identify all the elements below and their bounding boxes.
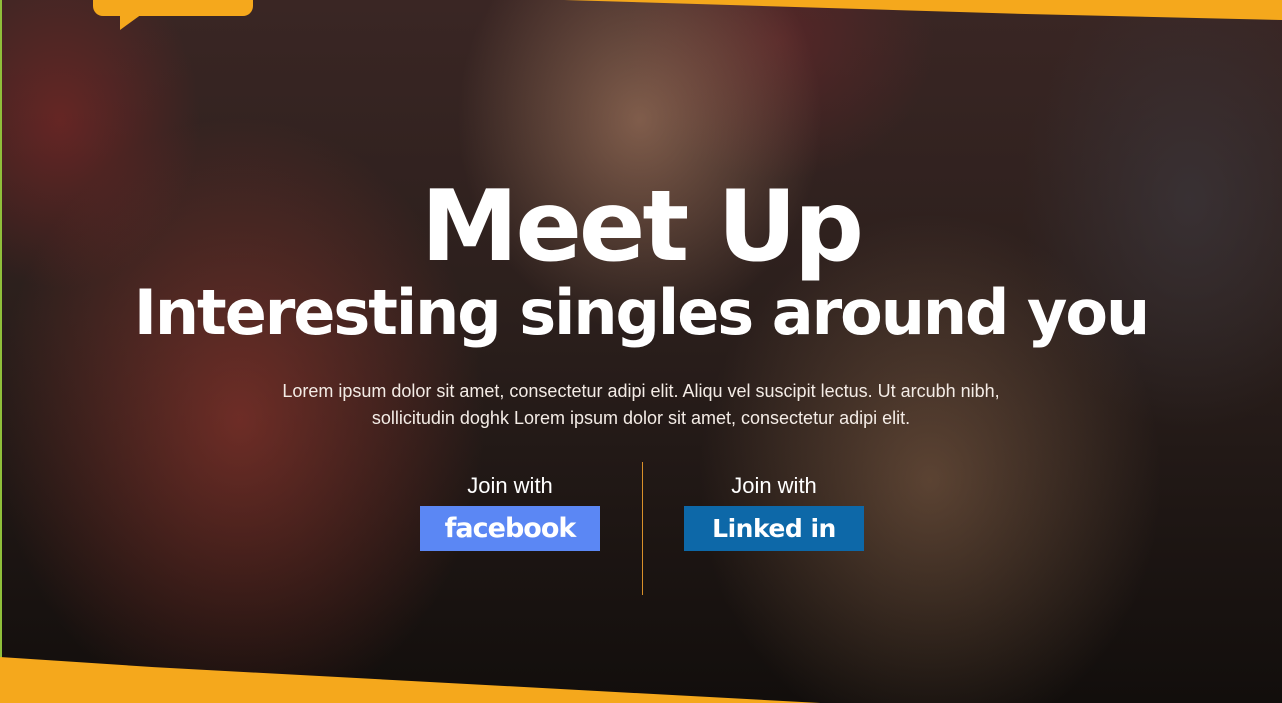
- join-facebook-label: Join with: [467, 473, 553, 498]
- page-title: Meet Up: [420, 170, 864, 284]
- join-linkedin-label: Join with: [731, 473, 817, 498]
- join-linkedin-group: Join with Linked in: [684, 470, 864, 551]
- facebook-join-button[interactable]: facebook: [420, 506, 600, 551]
- hero-description: Lorem ipsum dolor sit amet, consectetur …: [282, 381, 1000, 428]
- hero-content: Meet Up Interesting singles around you L…: [0, 0, 1282, 703]
- linkedin-join-button[interactable]: Linked in: [684, 506, 864, 551]
- join-divider: [642, 462, 643, 595]
- join-facebook-group: Join with facebook: [420, 470, 600, 551]
- hero-background: Meet Up Interesting singles around you L…: [0, 0, 1282, 703]
- page-subtitle: Interesting singles around you: [133, 276, 1150, 349]
